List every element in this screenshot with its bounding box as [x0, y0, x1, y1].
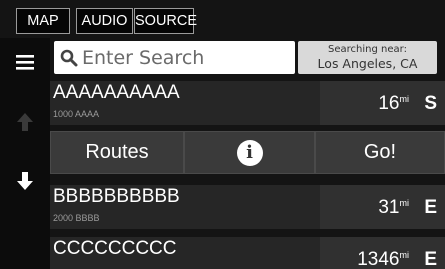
result-direction: E [424, 197, 437, 218]
result-name: BBBBBBBBBB [53, 186, 180, 207]
source-button[interactable]: SOURCE [134, 8, 197, 34]
result-distance: 16mi [378, 93, 409, 114]
result-row[interactable]: CCCCCCCCC 1346mi E [50, 237, 445, 269]
info-icon: i [236, 140, 263, 166]
top-bar: MAP AUDIO SOURCE [0, 0, 445, 38]
result-info: CCCCCCCCC [50, 237, 320, 269]
result-row[interactable]: AAAAAAAAAA 1000 AAAA 16mi S [50, 81, 445, 125]
search-icon [60, 49, 78, 71]
menu-icon[interactable] [0, 53, 50, 75]
map-button[interactable]: MAP [16, 8, 70, 34]
routes-button[interactable]: Routes [50, 131, 184, 174]
result-distance: 1346mi [357, 249, 409, 269]
searching-near-button[interactable]: Searching near: Los Angeles, CA [298, 41, 437, 74]
searching-near-label: Searching near: [328, 44, 407, 55]
result-distance-panel: 1346mi E [320, 237, 445, 269]
result-address: 2000 BBBB [53, 213, 100, 223]
sidebar [0, 38, 50, 269]
info-button[interactable]: i [184, 131, 315, 174]
search-box[interactable] [54, 41, 295, 74]
go-button[interactable]: Go! [315, 131, 445, 174]
audio-button[interactable]: AUDIO [76, 8, 133, 34]
result-direction: E [424, 249, 437, 269]
result-distance: 31mi [378, 197, 409, 218]
result-direction: S [424, 93, 437, 114]
searching-near-location: Los Angeles, CA [317, 56, 418, 71]
result-name: AAAAAAAAAA [53, 82, 180, 103]
result-row[interactable]: BBBBBBBBBB 2000 BBBB 31mi E [50, 185, 445, 229]
result-name: CCCCCCCCC [53, 238, 177, 259]
result-distance-panel: 31mi E [320, 185, 445, 229]
scroll-up-icon[interactable] [0, 112, 50, 136]
result-distance-panel: 16mi S [320, 81, 445, 125]
scroll-down-icon[interactable] [0, 170, 50, 196]
result-info: AAAAAAAAAA 1000 AAAA [50, 81, 320, 125]
result-address: 1000 AAAA [53, 109, 100, 119]
search-input[interactable] [82, 41, 292, 74]
result-info: BBBBBBBBBB 2000 BBBB [50, 185, 320, 229]
